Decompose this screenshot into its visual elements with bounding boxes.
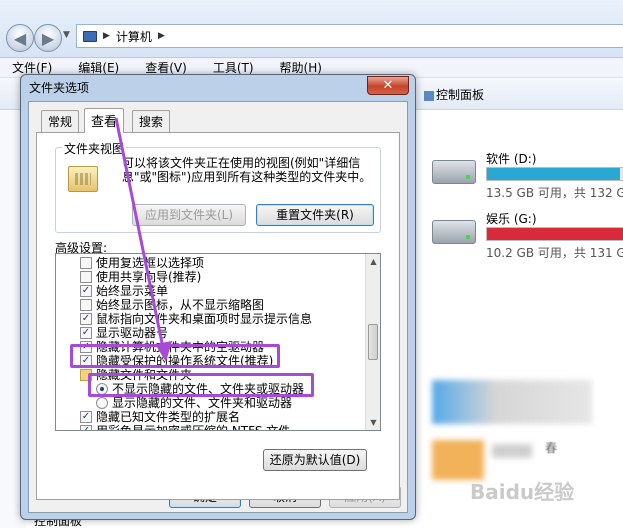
blurred-item-label: 春 <box>545 441 558 455</box>
open-control-panel-button[interactable]: 控制面板 <box>424 86 484 103</box>
checkbox[interactable]: ✓ <box>80 411 92 423</box>
advanced-settings-list[interactable]: ▲ ▼ 使用复选框以选择项 使用共享向导(推荐) ✓ 始终显示菜单 始终显示图标，从不显… <box>55 253 381 431</box>
control-panel-icon <box>424 90 434 101</box>
arrow-left-icon: ◀ <box>13 28 27 48</box>
tab-view[interactable]: 查看 <box>84 108 125 133</box>
drive-free-space: 13.5 GB 可用，共 132 GB <box>486 186 623 200</box>
setting-label: 显示隐藏的文件、文件夹和驱动器 <box>112 396 293 410</box>
checkbox[interactable] <box>80 257 92 269</box>
restore-defaults-button[interactable]: 还原为默认值(D) <box>263 449 367 471</box>
watermark: Baidu经验 <box>470 480 575 504</box>
setting-label: 用彩色显示加密或压缩的 NTFS 文件 <box>96 424 291 431</box>
drive-usage-fill <box>487 168 621 180</box>
tab-search[interactable]: 搜索 <box>132 110 171 132</box>
hard-drive-icon <box>432 160 476 184</box>
close-button[interactable]: ✕ <box>367 76 409 95</box>
checkbox[interactable] <box>80 271 92 283</box>
dialog-body: 常规 查看 搜索 文件夹视图 可以将该文件夹正在使用的视图(例如"详细信息"或"… <box>28 101 408 513</box>
setting-label: 鼠标指向文件夹和桌面项时显示提示信息 <box>96 312 313 326</box>
dialog-title: 文件夹选项 <box>29 81 90 95</box>
hard-drive-icon <box>432 220 476 244</box>
checkbox[interactable] <box>80 299 92 311</box>
setting-label: 隐藏已知文件类型的扩展名 <box>96 410 241 424</box>
scroll-down-icon[interactable]: ▼ <box>366 415 380 430</box>
scrollbar[interactable]: ▲ ▼ <box>365 254 380 430</box>
setting-label: 始终显示菜单 <box>96 284 169 298</box>
drive-free-space: 10.2 GB 可用，共 131 GB <box>486 246 623 260</box>
drive-usage-fill <box>487 228 623 240</box>
drive-name: 软件 (D:) <box>486 152 537 166</box>
checkbox[interactable]: ✓ <box>80 425 92 430</box>
computer-icon <box>83 30 97 42</box>
arrow-right-icon: ▶ <box>41 28 55 48</box>
drive-usage-bar <box>486 167 623 181</box>
blurred-folder-icon <box>432 440 484 480</box>
highlight-box-hidden-files <box>88 373 314 397</box>
chevron-right-icon[interactable]: ▶ <box>103 31 110 41</box>
view-tab-panel: 文件夹视图 可以将该文件夹正在使用的视图(例如"详细信息"或"图标")应用到所有… <box>36 132 400 500</box>
highlight-box-protected-files <box>70 344 280 368</box>
checkbox[interactable]: ✓ <box>80 327 92 339</box>
folder-view-description: 可以将该文件夹正在使用的视图(例如"详细信息"或"图标")应用到所有这种类型的文… <box>122 156 372 184</box>
setting-label: 使用复选框以选择项 <box>96 256 205 270</box>
setting-label: 使用共享向导(推荐) <box>96 270 202 284</box>
blurred-item <box>432 380 592 424</box>
reset-folders-button[interactable]: 重置文件夹(R) <box>256 204 374 226</box>
chevron-right-icon[interactable]: ▶ <box>158 31 165 41</box>
group-title: 文件夹视图 <box>62 140 127 157</box>
drive-usage-bar <box>486 227 623 241</box>
explorer-toolbar: ◀ ▶ ▼ ▶ 计算机 ▶ <box>0 0 623 58</box>
back-button[interactable]: ◀ <box>6 24 34 52</box>
scroll-up-icon[interactable]: ▲ <box>366 254 380 269</box>
setting-label: 显示驱动器号 <box>96 326 169 340</box>
folder-options-dialog: 文件夹选项 ✕ 常规 查看 搜索 文件夹视图 可以将该文件夹正在使用的视图(例如… <box>20 74 416 520</box>
folder-view-icon <box>68 166 98 192</box>
blurred-text <box>492 444 532 458</box>
checkbox[interactable]: ✓ <box>80 313 92 325</box>
radio-button[interactable] <box>96 397 108 409</box>
setting-label: 始终显示图标，从不显示缩略图 <box>96 298 265 312</box>
address-bar[interactable]: ▶ 计算机 ▶ <box>76 24 623 48</box>
tab-general[interactable]: 常规 <box>41 110 80 132</box>
history-dropdown-icon[interactable]: ▼ <box>63 30 70 40</box>
forward-button[interactable]: ▶ <box>34 24 62 52</box>
breadcrumb-computer[interactable]: 计算机 <box>116 28 152 45</box>
drive-name: 娱乐 (G:) <box>486 212 537 226</box>
checkbox[interactable]: ✓ <box>80 285 92 297</box>
apply-to-folders-button[interactable]: 应用到文件夹(L) <box>132 204 246 226</box>
folder-view-group: 文件夹视图 可以将该文件夹正在使用的视图(例如"详细信息"或"图标")应用到所有… <box>55 140 381 233</box>
close-icon: ✕ <box>382 78 394 93</box>
scroll-thumb[interactable] <box>368 324 378 360</box>
